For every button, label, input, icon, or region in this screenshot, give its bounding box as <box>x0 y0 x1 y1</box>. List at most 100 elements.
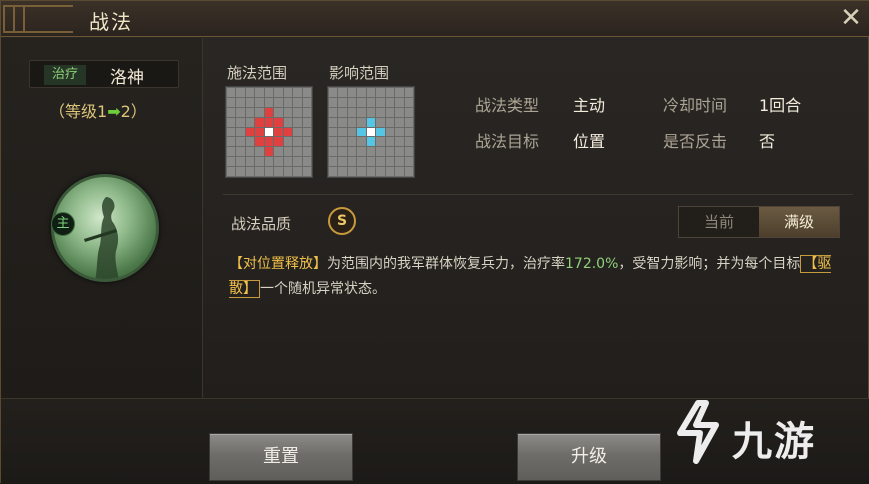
grid-cell <box>338 127 347 137</box>
grid-cell <box>366 127 376 137</box>
grid-cell <box>245 137 255 147</box>
grid-cell <box>302 107 311 117</box>
title-ornament <box>3 5 73 33</box>
grid-cell <box>264 137 274 147</box>
grid-cell <box>245 117 255 127</box>
grid-cell <box>376 157 385 167</box>
grid-cell <box>357 107 366 117</box>
grid-cell <box>283 107 293 117</box>
counter-value: 否 <box>759 132 776 151</box>
grid-cell <box>293 167 302 176</box>
grid-cell <box>329 117 338 127</box>
grid-cell <box>227 107 236 117</box>
grid-cell <box>395 147 404 157</box>
grid-cell <box>357 167 366 176</box>
grid-cell <box>329 137 338 147</box>
grid-cell <box>264 127 274 137</box>
desc-heal-rate: 172.0% <box>565 256 619 272</box>
grid-cell <box>376 167 385 176</box>
grid-cell <box>302 147 311 157</box>
grid-cell <box>293 137 302 147</box>
grid-cell <box>395 117 404 127</box>
grid-cell <box>302 137 311 147</box>
grid-cell <box>395 157 404 167</box>
grid-cell <box>255 107 264 117</box>
grid-cell <box>329 107 338 117</box>
grid-cell <box>302 157 311 167</box>
grid-cell <box>385 107 395 117</box>
grid-cell <box>274 157 283 167</box>
grid-cell <box>245 107 255 117</box>
hero-panel: 治疗 洛神 （等级1➡2） 主 <box>1 38 203 398</box>
grid-cell <box>227 117 236 127</box>
type-value: 主动 <box>573 96 606 115</box>
grid-cell <box>255 137 264 147</box>
grid-cell <box>404 88 413 97</box>
target-label: 战法目标 <box>475 132 540 151</box>
desc-part3: 一个随机异常状态。 <box>260 281 386 297</box>
level-from: （等级1 <box>49 102 108 121</box>
grid-cell <box>255 117 264 127</box>
close-button[interactable]: ✕ <box>837 5 865 33</box>
grid-cell <box>338 137 347 147</box>
grid-cell <box>366 147 376 157</box>
level-toggle: 当前 满级 <box>678 206 840 238</box>
grid-cell <box>274 167 283 176</box>
grid-cell <box>274 97 283 107</box>
skill-dialog: 战法 ✕ 治疗 洛神 （等级1➡2） 主 施法范围 影响范围 战法类型 主动 冷… <box>0 0 869 484</box>
grid-cell <box>395 127 404 137</box>
grid-cell <box>366 97 376 107</box>
desc-part1: 为范围内的我军群体恢复兵力，治疗率 <box>327 256 565 272</box>
grid-cell <box>357 88 366 97</box>
grid-cell <box>255 97 264 107</box>
grid-cell <box>236 88 245 97</box>
grid-cell <box>404 157 413 167</box>
quality-label: 战法品质 <box>231 215 292 233</box>
grid-cell <box>357 157 366 167</box>
grid-cell <box>376 97 385 107</box>
grid-cell <box>255 147 264 157</box>
grid-cell <box>338 107 347 117</box>
grid-cell <box>357 97 366 107</box>
grid-cell <box>274 127 283 137</box>
grid-cell <box>293 117 302 127</box>
grid-cell <box>366 88 376 97</box>
dialog-title: 战法 <box>89 10 133 34</box>
grid-cell <box>293 147 302 157</box>
grid-cell <box>264 97 274 107</box>
grid-cell <box>245 147 255 157</box>
grid-cell <box>255 167 264 176</box>
grid-cell <box>404 127 413 137</box>
grid-cell <box>227 97 236 107</box>
grid-cell <box>293 88 302 97</box>
grid-cell <box>264 107 274 117</box>
grid-cell <box>376 127 385 137</box>
grid-cell <box>366 107 376 117</box>
grid-cell <box>236 127 245 137</box>
grid-cell <box>293 157 302 167</box>
grid-cell <box>293 97 302 107</box>
grid-cell <box>255 127 264 137</box>
target-value: 位置 <box>573 132 606 151</box>
grid-cell <box>395 107 404 117</box>
grid-cell <box>347 157 357 167</box>
grid-cell <box>283 157 293 167</box>
reset-button[interactable]: 重置 <box>209 433 353 481</box>
desc-part2: ，受智力影响；并为每个目标 <box>618 256 801 272</box>
upgrade-button[interactable]: 升级 <box>517 433 661 481</box>
heal-type-tag: 治疗 <box>44 65 86 85</box>
toggle-current[interactable]: 当前 <box>679 207 759 237</box>
desc-tag-position: 【对位置释放】 <box>229 256 327 272</box>
grid-cell <box>338 147 347 157</box>
grid-cell <box>293 127 302 137</box>
grid-cell <box>283 117 293 127</box>
grid-cell <box>227 167 236 176</box>
nine-game-logo-icon <box>677 400 719 464</box>
grid-cell <box>385 137 395 147</box>
grid-cell <box>404 97 413 107</box>
toggle-max-level[interactable]: 满级 <box>759 207 839 237</box>
grid-cell <box>338 88 347 97</box>
grid-cell <box>283 147 293 157</box>
grid-cell <box>255 88 264 97</box>
grid-cell <box>264 157 274 167</box>
